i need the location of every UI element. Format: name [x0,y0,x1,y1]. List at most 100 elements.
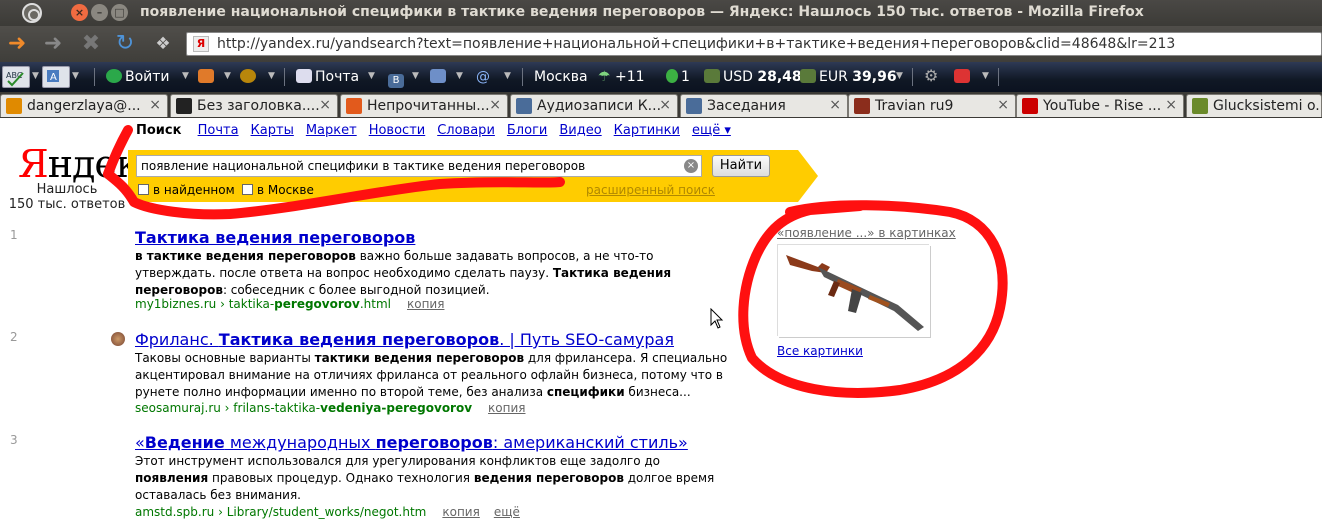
toolbar-settings-gear-icon[interactable]: ⚙ [924,66,938,85]
translate-button[interactable]: A [42,66,70,88]
tab-3[interactable]: Непрочитанны... × [340,94,508,117]
briefcase-button[interactable] [198,69,217,85]
result-title-link[interactable]: «Ведение международных переговоров: амер… [135,433,688,452]
vkontakte-button[interactable]: B [388,69,407,88]
search-button[interactable]: Найти [712,155,770,177]
briefcase-icon [198,69,214,83]
email-dropdown-icon[interactable]: ▼ [456,71,463,81]
city-label[interactable]: Москва [534,69,588,85]
text-fragment: специфики [546,385,625,399]
service-link-7[interactable]: Картинки [614,123,680,138]
cached-copy-link[interactable]: копия [442,505,479,519]
image-thumbnail[interactable] [777,244,930,337]
home-icon[interactable]: ❖ [150,32,176,56]
cached-copy-link[interactable]: копия [407,297,444,311]
tab-4[interactable]: Аудиозаписи К... × [510,94,678,117]
tab-close-icon[interactable]: × [149,97,161,113]
spellcheck-button[interactable]: ABC [2,66,30,88]
tab-close-icon[interactable]: × [1165,97,1177,113]
image-results-panel: «появление ...» в картинках Все картинки [777,226,956,358]
reload-icon[interactable]: ↻ [112,32,138,56]
spellcheck-dropdown-icon[interactable]: ▼ [32,71,39,81]
service-link-2[interactable]: Маркет [306,123,357,138]
tab-close-icon[interactable]: × [319,97,331,113]
mail-envelope-icon [296,69,312,83]
window-minimize-button[interactable]: – [91,4,108,21]
tab-label: dangerzlaya@... [27,98,141,114]
service-link-1[interactable]: Карты [251,123,294,138]
service-link-6[interactable]: Видео [559,123,601,138]
gear-dropdown-icon[interactable]: ▼ [268,71,275,81]
login-dropdown-icon[interactable]: ▼ [182,71,189,81]
result-title-link[interactable]: Фриланс. Тактика ведения переговоров. | … [135,330,674,349]
text-fragment: : собеседник с более выгодной позицией. [222,283,490,297]
search-input[interactable]: появление национальной специфики в такти… [136,155,702,177]
result-url[interactable]: seosamuraj.ru › frilans-taktika-vedeniya… [135,401,526,415]
result-url[interactable]: amstd.spb.ru › Library/student_works/neg… [135,505,520,519]
search-in-moscow-option[interactable]: в Москве [242,183,314,197]
translate-dropdown-icon[interactable]: ▼ [72,71,79,81]
points-widget[interactable]: 1 [666,69,690,85]
tab-1[interactable]: dangerzlaya@... × [0,94,168,117]
briefcase-dropdown-icon[interactable]: ▼ [224,71,231,81]
result-number: 2 [10,330,18,344]
url-bar[interactable]: Я http://yandex.ru/yandsearch?text=появл… [186,32,1322,56]
services-more-link[interactable]: ещё ▾ [692,123,731,138]
advanced-search-link[interactable]: расширенный поиск [586,183,715,197]
more-from-site-link[interactable]: ещё [494,505,520,519]
service-link-0[interactable]: Почта [198,123,239,138]
settings-gear-button[interactable] [240,69,259,85]
tab-2[interactable]: Без заголовка.... × [170,94,338,117]
mail-dropdown-icon[interactable]: ▼ [368,71,375,81]
at-dropdown-icon[interactable]: ▼ [504,71,511,81]
tab-close-icon[interactable]: × [489,97,501,113]
tab-close-icon[interactable]: × [659,97,671,113]
site-favicon-icon: Я [193,36,209,52]
all-images-link[interactable]: Все картинки [777,344,863,358]
in-moscow-checkbox[interactable] [242,184,253,195]
forward-arrow-icon[interactable]: ➜ [40,32,66,56]
vk-dropdown-icon[interactable]: ▼ [412,71,419,81]
weather-widget[interactable]: ☂ +11 [598,69,645,85]
adblock-dropdown-icon[interactable]: ▼ [982,71,989,81]
service-link-3[interactable]: Новости [369,123,426,138]
email-button[interactable] [430,69,449,85]
result-url[interactable]: my1biznes.ru › taktika-peregovorov.html к… [135,297,444,311]
tab-7[interactable]: YouTube - Rise ... × [1016,94,1184,117]
text-fragment: появления [135,471,209,485]
window-maximize-button[interactable]: □ [111,4,128,21]
login-button[interactable]: Войти [106,69,170,85]
back-arrow-icon[interactable]: ➜ [4,32,30,56]
rates-dropdown-icon[interactable]: ▼ [896,71,903,81]
images-heading-link[interactable]: «появление ...» в картинках [777,226,956,240]
ubuntu-logo-icon[interactable] [22,3,42,23]
at-sign-button[interactable]: @ [476,69,490,85]
tab-close-icon[interactable]: × [829,97,841,113]
clear-search-icon[interactable]: × [684,159,698,173]
window-close-button[interactable]: × [71,4,88,21]
at-sign-icon: @ [476,69,490,85]
search-in-found-option[interactable]: в найденном [138,183,235,197]
result-title-link[interactable]: Тактика ведения переговоров [135,228,415,247]
service-link-4[interactable]: Словари [437,123,495,138]
eur-rate[interactable]: EUR 39,96 [800,69,897,85]
adblock-icon [954,69,970,83]
cached-copy-link[interactable]: копия [488,401,525,415]
tab-close-icon[interactable]: × [997,97,1009,113]
tab-6[interactable]: Travian ru9 × [848,94,1016,117]
youtube-icon [1022,98,1038,114]
service-link-5[interactable]: Блоги [507,123,547,138]
ubuntu-icon [346,98,362,114]
in-found-checkbox[interactable] [138,184,149,195]
text-fragment: « [135,433,145,452]
adblock-button[interactable] [954,69,973,85]
usd-rate[interactable]: USD 28,48 [704,69,802,85]
text-fragment: Тактика ведения переговоров [135,228,416,247]
tab-5[interactable]: Заседания × [680,94,848,117]
stop-icon[interactable]: ✖ [78,32,104,56]
vk-icon: B [388,74,404,88]
url-text[interactable]: http://yandex.ru/yandsearch?text=появлен… [217,36,1175,52]
play-icon [516,98,532,114]
tab-8[interactable]: Glucksistemi o... [1186,94,1322,117]
mail-button[interactable]: Почта [296,69,359,85]
